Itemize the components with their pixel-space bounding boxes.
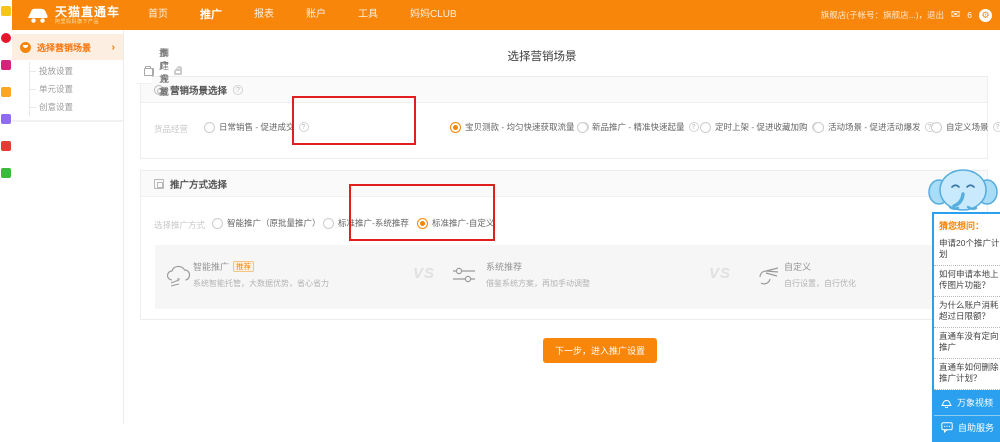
comparison-system: 系统推荐 借鉴系统方案，再加手动调整	[486, 260, 590, 289]
video-service-button[interactable]: 万象视频	[934, 390, 1000, 415]
radio-icon[interactable]	[417, 218, 428, 229]
scene-section-title: 营销场景选择	[170, 83, 227, 97]
scene-options-row: 货品经营 日常销售 - 促进成交 宝贝测款 - 均匀快速获取流量 新品推广 - …	[141, 121, 987, 135]
comparison-custom: 自定义 自行设置，自行优化	[784, 260, 856, 289]
scene-step-icon	[20, 42, 31, 53]
method-option-smart[interactable]: 智能推广（原批量推广）	[212, 217, 321, 229]
radio-icon[interactable]	[700, 122, 711, 133]
info-icon[interactable]	[993, 122, 1000, 132]
method-options-row: 选择推广方式 智能推广（原批量推广） 标准推广-系统推荐 标准推广-自定义	[141, 217, 987, 231]
sidebar-item-label: 创建完成	[160, 46, 169, 98]
header-right: 旗舰店(子帐号：旗舰店...)，退出 ✉ 6 ⚙	[821, 9, 992, 22]
mail-icon[interactable]: ✉	[951, 10, 960, 21]
hand-icon	[756, 263, 782, 287]
help-question[interactable]: 直通车没有定向推广	[934, 328, 1000, 359]
nav-home[interactable]: 首页	[132, 0, 184, 30]
sidebar: 选择营销场景 › 推广设置 投放设置 单元设置 创意设置 推广方案 创建完成	[12, 30, 124, 424]
wechat-icon[interactable]	[1, 168, 11, 178]
radio-icon[interactable]	[450, 122, 461, 133]
more-icon[interactable]	[1, 141, 11, 151]
pocket-icon[interactable]	[1, 87, 11, 97]
self-service-button[interactable]: 自助服务	[934, 415, 1000, 440]
qq-icon[interactable]	[1, 114, 11, 124]
help-question[interactable]: 如何申请本地上传图片功能？	[934, 266, 1000, 297]
nav-tools[interactable]: 工具	[342, 0, 394, 30]
top-header: 天猫直通车 阿里妈妈旗下产品 首页 推广 报表 账户 工具 妈妈CLUB 旗舰店…	[12, 0, 1000, 30]
method-row-label: 选择推广方式	[154, 219, 205, 231]
sidebar-item-label: 选择营销场景	[37, 41, 91, 54]
method-section-header: 推广方式选择	[141, 171, 987, 197]
comparison-smart: 智能推广 推荐 系统智能托管，大数据优势，省心省力	[193, 260, 329, 289]
sidebar-item-finish[interactable]: 创建完成	[136, 60, 152, 84]
sidebar-subitem-unit[interactable]: 单元设置	[39, 80, 123, 98]
sliders-icon	[451, 263, 477, 287]
logo-title: 天猫直通车	[55, 6, 120, 18]
scene-option-item-testing[interactable]: 宝贝测款 - 均匀快速获取流量	[450, 121, 589, 133]
divider	[12, 121, 123, 122]
scene-option-custom[interactable]: 自定义场景	[931, 121, 1000, 133]
method-section-title: 推广方式选择	[170, 177, 227, 191]
account-logout-link[interactable]: 旗舰店(子帐号：旗舰店...)，退出	[821, 9, 944, 21]
vs-label: VS	[709, 265, 731, 282]
scene-row-label: 货品经营	[154, 123, 188, 135]
scene-option-campaign[interactable]: 活动场景 - 促进活动爆发	[813, 121, 935, 133]
share-icon[interactable]	[1, 60, 11, 70]
nav-mama-club[interactable]: 妈妈CLUB	[394, 0, 473, 30]
chevron-right-icon: ›	[112, 42, 115, 53]
help-panel-title: 猜您想问：	[934, 214, 1000, 235]
share-bar	[0, 6, 12, 178]
nav-reports[interactable]: 报表	[238, 0, 290, 30]
scene-section-header: 营销场景选择	[141, 77, 987, 103]
nav-promotion[interactable]: 推广	[184, 0, 238, 30]
info-icon[interactable]	[233, 85, 243, 95]
favorite-icon[interactable]	[1, 6, 11, 16]
gear-icon[interactable]: ⚙	[979, 9, 992, 22]
bell-icon	[941, 396, 952, 408]
recommended-badge: 推荐	[233, 261, 254, 272]
folder-icon	[144, 68, 154, 76]
sidebar-sublist: 投放设置 单元设置 创意设置	[29, 62, 123, 116]
lock-icon	[175, 69, 182, 74]
weibo-icon[interactable]	[1, 33, 11, 43]
radio-icon[interactable]	[813, 122, 824, 133]
elephant-mascot	[926, 164, 1000, 216]
scene-option-new-product[interactable]: 新品推广 - 精准快速起量	[577, 121, 699, 133]
smart-cloud-icon	[164, 263, 194, 289]
method-section-icon	[154, 179, 164, 189]
help-question[interactable]: 为什么账户消耗超过日限额？	[934, 297, 1000, 328]
method-option-standard-custom[interactable]: 标准推广-自定义	[417, 217, 494, 229]
method-section: 推广方式选择 选择推广方式 智能推广（原批量推广） 标准推广-系统推荐 标准推广…	[140, 170, 988, 320]
scene-option-daily-sales[interactable]: 日常销售 - 促进成交	[204, 121, 309, 133]
radio-icon[interactable]	[323, 218, 334, 229]
page-title: 选择营销场景	[124, 48, 960, 64]
radio-icon[interactable]	[204, 122, 215, 133]
cart-logo-icon	[26, 7, 50, 24]
logo[interactable]: 天猫直通车 阿里妈妈旗下产品	[26, 6, 120, 25]
sidebar-item-select-scene[interactable]: 选择营销场景 ›	[12, 34, 123, 60]
radio-icon[interactable]	[212, 218, 223, 229]
comparison-strip: 智能推广 推荐 系统智能托管，大数据优势，省心省力 VS 系统推荐 借鉴系统方案…	[155, 245, 973, 309]
next-step-button[interactable]: 下一步，进入推广设置	[543, 338, 657, 363]
sidebar-subitem-placement[interactable]: 投放设置	[39, 62, 123, 80]
main-nav: 首页 推广 报表 账户 工具 妈妈CLUB	[132, 0, 473, 30]
info-icon[interactable]	[299, 122, 309, 132]
nav-account[interactable]: 账户	[290, 0, 342, 30]
radio-icon[interactable]	[931, 122, 942, 133]
main-content: 选择营销场景 营销场景选择 货品经营 日常销售 - 促进成交 宝贝测款 - 均匀…	[124, 30, 1000, 424]
sidebar-subitem-creative[interactable]: 创意设置	[39, 98, 123, 116]
help-panel: 猜您想问： 申请20个推广计划 如何申请本地上传图片功能？ 为什么账户消耗超过日…	[932, 212, 1000, 442]
help-question[interactable]: 申请20个推广计划	[934, 235, 1000, 266]
logo-subtitle: 阿里妈妈旗下产品	[55, 20, 120, 25]
method-option-standard-system[interactable]: 标准推广-系统推荐	[323, 217, 409, 229]
mail-count: 6	[967, 10, 972, 20]
scene-option-timed-launch[interactable]: 定时上架 - 促进收藏加购	[700, 121, 822, 133]
radio-icon[interactable]	[577, 122, 588, 133]
help-question[interactable]: 直通车如何删除推广计划？	[934, 359, 1000, 390]
vs-label: VS	[413, 265, 435, 282]
info-icon[interactable]	[689, 122, 699, 132]
scene-section: 营销场景选择 货品经营 日常销售 - 促进成交 宝贝测款 - 均匀快速获取流量 …	[140, 76, 988, 159]
